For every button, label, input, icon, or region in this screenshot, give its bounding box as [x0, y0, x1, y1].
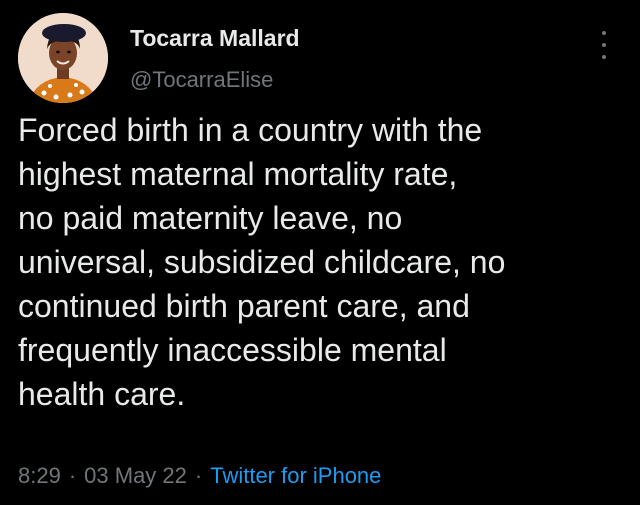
tweet-text-line: universal, subsidized childcare, no — [18, 244, 506, 280]
more-options-icon[interactable] — [594, 31, 614, 59]
avatar[interactable] — [18, 13, 108, 103]
more-dot — [602, 43, 606, 47]
meta-separator: · — [194, 463, 203, 488]
meta-separator: · — [68, 463, 77, 488]
tweet-source-link[interactable]: Twitter for iPhone — [210, 463, 381, 488]
tweet-meta: 8:29 · 03 May 22 · Twitter for iPhone — [18, 460, 381, 492]
tweet-text-line: health care. — [18, 376, 186, 412]
avatar-photo-icon — [18, 13, 108, 103]
tweet-text-line: Forced birth in a country with the — [18, 112, 483, 148]
tweet-header: Tocarra Mallard @TocarraElise — [18, 13, 622, 103]
more-dot — [602, 55, 606, 59]
tweet-text-line: frequently inaccessible mental — [18, 332, 447, 368]
tweet-text-line: continued birth parent care, and — [18, 288, 470, 324]
tweet-text-line: highest maternal mortality rate, — [18, 156, 458, 192]
author-block: Tocarra Mallard @TocarraElise — [130, 25, 300, 93]
tweet-date[interactable]: 03 May 22 — [84, 463, 187, 488]
tweet-time[interactable]: 8:29 — [18, 463, 61, 488]
display-name[interactable]: Tocarra Mallard — [130, 25, 300, 51]
tweet-text-line: no paid maternity leave, no — [18, 200, 403, 236]
more-dot — [602, 31, 606, 35]
tweet-text: Forced birth in a country with the highe… — [18, 108, 628, 416]
tweet-card: Tocarra Mallard @TocarraElise Forced bir… — [0, 0, 640, 505]
user-handle[interactable]: @TocarraElise — [130, 67, 300, 93]
